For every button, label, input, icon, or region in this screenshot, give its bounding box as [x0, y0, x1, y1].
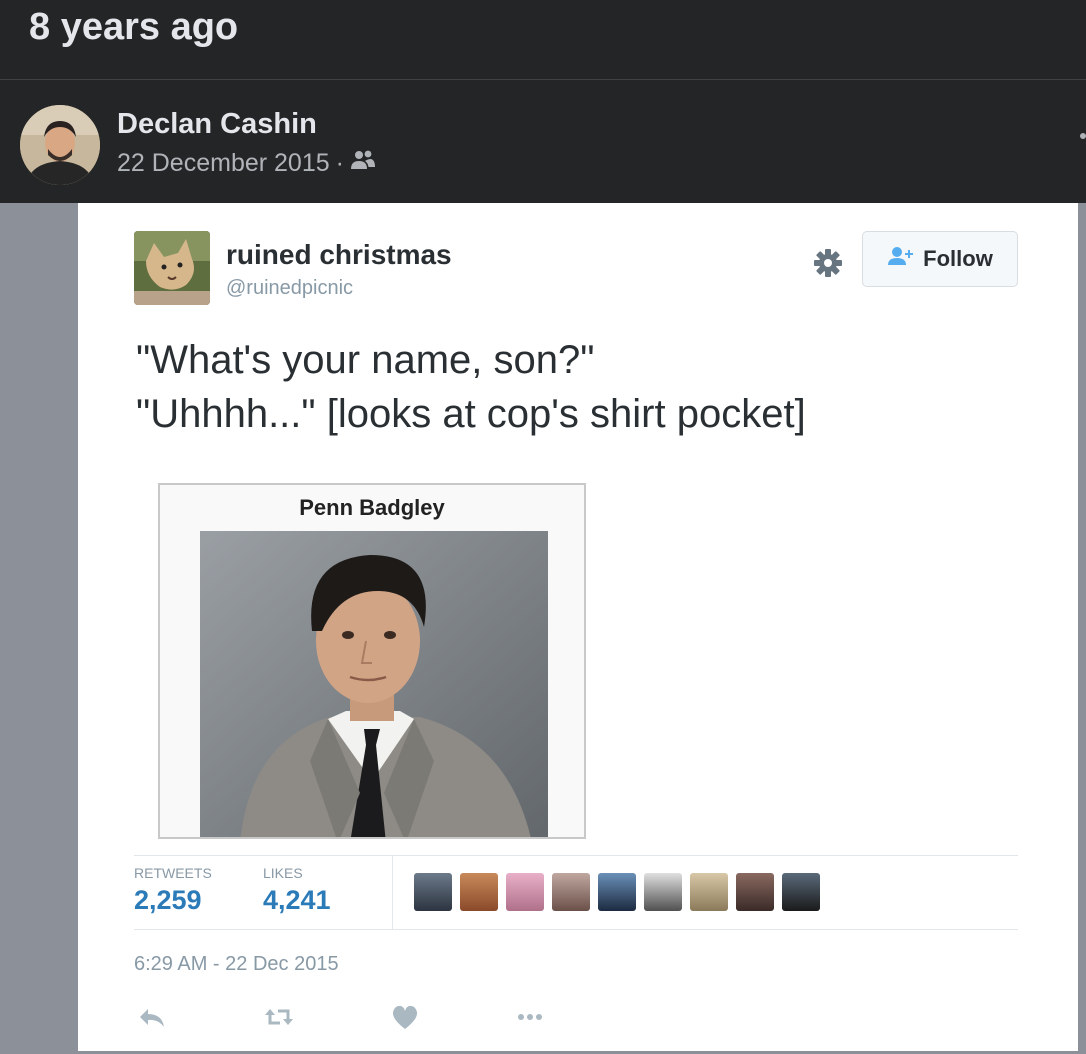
liker-avatar — [690, 873, 728, 911]
tweet-media: Penn Badgley — [158, 483, 586, 839]
tweet-author-handle: @ruinedpicnic — [226, 277, 354, 299]
post-photo[interactable]: ruined christmas @ruinedpicnic Follow "W… — [0, 203, 1086, 1054]
liker-avatars — [414, 873, 820, 911]
author-name[interactable]: Declan Cashin — [117, 108, 317, 141]
retweet-icon — [262, 1003, 294, 1031]
post-header: Declan Cashin 22 December 2015 · — [0, 81, 1086, 203]
liker-avatar — [460, 873, 498, 911]
tweet-text: "What's your name, son?" "Uhhhh..." [loo… — [136, 333, 806, 441]
memory-title: 8 years ago — [29, 6, 239, 48]
likes-label: LIKES — [263, 865, 303, 881]
meta-separator: · — [335, 149, 344, 177]
liker-avatar — [552, 873, 590, 911]
tweet-timestamp: 6:29 AM - 22 Dec 2015 — [134, 953, 339, 975]
more-icon — [514, 1003, 546, 1031]
liker-avatar — [598, 873, 636, 911]
post-meta: 22 December 2015 · — [117, 149, 376, 178]
author-avatar[interactable] — [20, 105, 100, 185]
memory-header: 8 years ago — [0, 0, 1086, 80]
retweets-count: 2,259 — [134, 885, 202, 915]
gear-icon — [810, 245, 846, 281]
follow-button: Follow — [862, 231, 1018, 287]
more-options-icon[interactable] — [1080, 133, 1086, 139]
likes-count: 4,241 — [263, 885, 331, 915]
liker-avatar — [506, 873, 544, 911]
heart-icon — [390, 1003, 422, 1031]
tweet-avatar — [134, 231, 210, 305]
media-caption: Penn Badgley — [299, 495, 445, 520]
liker-avatar — [782, 873, 820, 911]
liker-avatar — [644, 873, 682, 911]
tweet-card: ruined christmas @ruinedpicnic Follow "W… — [78, 203, 1078, 1051]
retweets-label: RETWEETS — [134, 865, 212, 881]
stats-divider-bottom — [134, 929, 1018, 930]
stats-vertical-divider — [392, 855, 393, 929]
friends-icon[interactable] — [350, 149, 376, 178]
follow-label: Follow — [923, 246, 993, 271]
media-photo-person — [200, 531, 548, 837]
liker-avatar — [736, 873, 774, 911]
stats-divider-top — [134, 855, 1018, 856]
tweet-text-line-2: "Uhhhh..." [looks at cop's shirt pocket] — [136, 392, 806, 436]
liker-avatar — [414, 873, 452, 911]
tweet-author-name: ruined christmas — [226, 239, 452, 270]
add-user-icon — [887, 246, 915, 272]
reply-icon — [136, 1003, 168, 1031]
tweet-text-line-1: "What's your name, son?" — [136, 338, 595, 382]
post-date[interactable]: 22 December 2015 — [117, 149, 330, 178]
